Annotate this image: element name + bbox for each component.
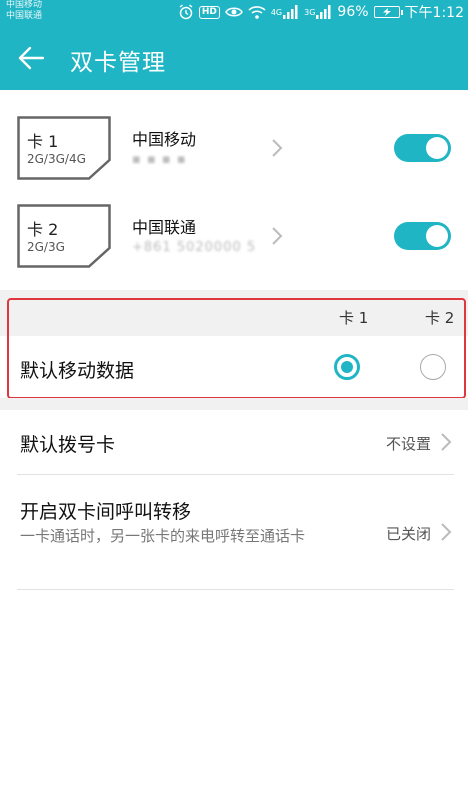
- divider: [17, 589, 454, 590]
- call-forwarding-label: 开启双卡间呼叫转移: [20, 501, 192, 523]
- carrier-1-label: 中国移动: [6, 0, 43, 10]
- battery-percent: 96%: [337, 4, 369, 20]
- toggle-knob: [426, 225, 448, 247]
- default-dial-card-label: 默认拨号卡: [20, 434, 116, 456]
- chevron-right-icon: [272, 227, 283, 245]
- sim-2-network: 2G/3G: [27, 240, 65, 254]
- app-bar: 双卡管理: [0, 24, 468, 90]
- sim-1-carrier: 中国移动: [132, 130, 197, 149]
- sim-card-1-icon: 卡 1 2G/3G/4G: [17, 116, 111, 180]
- eye-comfort-icon: [224, 5, 243, 19]
- default-dial-card-row[interactable]: 默认拨号卡 不设置: [0, 410, 468, 474]
- call-forwarding-value: 已关闭: [386, 525, 432, 543]
- back-button[interactable]: [14, 41, 48, 75]
- hd-icon: HD: [198, 5, 220, 19]
- chevron-right-icon: [272, 139, 283, 157]
- chevron-right-icon: [441, 523, 452, 541]
- signal-2-icon: 3G: [304, 5, 332, 19]
- sim-1-row[interactable]: 卡 1 2G/3G/4G 中国移动 ▪ ▪ ▪ ▪: [0, 104, 468, 192]
- sim-2-card-label: 卡 2: [27, 220, 59, 239]
- default-dial-card-value: 不设置: [386, 435, 432, 453]
- section-spacer: [0, 398, 468, 410]
- carrier-labels: 中国移动 中国联通: [6, 0, 42, 22]
- chevron-right-icon: [441, 433, 452, 451]
- battery-charging-icon: [373, 6, 403, 18]
- status-icons: HD 4G 3G 96% 下午1:12: [173, 2, 464, 22]
- page-title: 双卡管理: [70, 50, 166, 76]
- sim-2-number: +861 5020000 5: [132, 240, 257, 255]
- sim-1-toggle[interactable]: [394, 134, 451, 162]
- sim-2-row[interactable]: 卡 2 2G/3G 中国联通 +861 5020000 5: [0, 192, 468, 280]
- alarm-icon: [178, 4, 194, 20]
- sim-2-carrier: 中国联通: [132, 218, 197, 237]
- signal-1-net: 4G: [270, 7, 283, 17]
- toggle-knob: [426, 137, 448, 159]
- carrier-2-label: 中国联通: [6, 11, 43, 21]
- call-forwarding-description: 一卡通话时，另一张卡的来电呼转至通话卡: [20, 527, 306, 545]
- clock: 下午1:12: [404, 5, 464, 21]
- sim-card-2-icon: 卡 2 2G/3G: [17, 204, 111, 268]
- sim-1-number: ▪ ▪ ▪ ▪: [132, 152, 187, 167]
- sim-1-network: 2G/3G/4G: [27, 152, 86, 166]
- signal-2-net: 3G: [304, 7, 316, 17]
- back-arrow-icon: [18, 46, 45, 70]
- status-bar: 中国移动 中国联通 HD 4G 3G 96% 下午1:12: [0, 0, 468, 24]
- sim-1-card-label: 卡 1: [27, 132, 59, 151]
- sim-2-toggle[interactable]: [394, 222, 451, 250]
- signal-1-icon: 4G: [271, 5, 299, 19]
- call-forwarding-row[interactable]: 开启双卡间呼叫转移 一卡通话时，另一张卡的来电呼转至通话卡 已关闭: [0, 475, 468, 589]
- highlight-box: [7, 298, 466, 399]
- wifi-icon: [248, 5, 266, 19]
